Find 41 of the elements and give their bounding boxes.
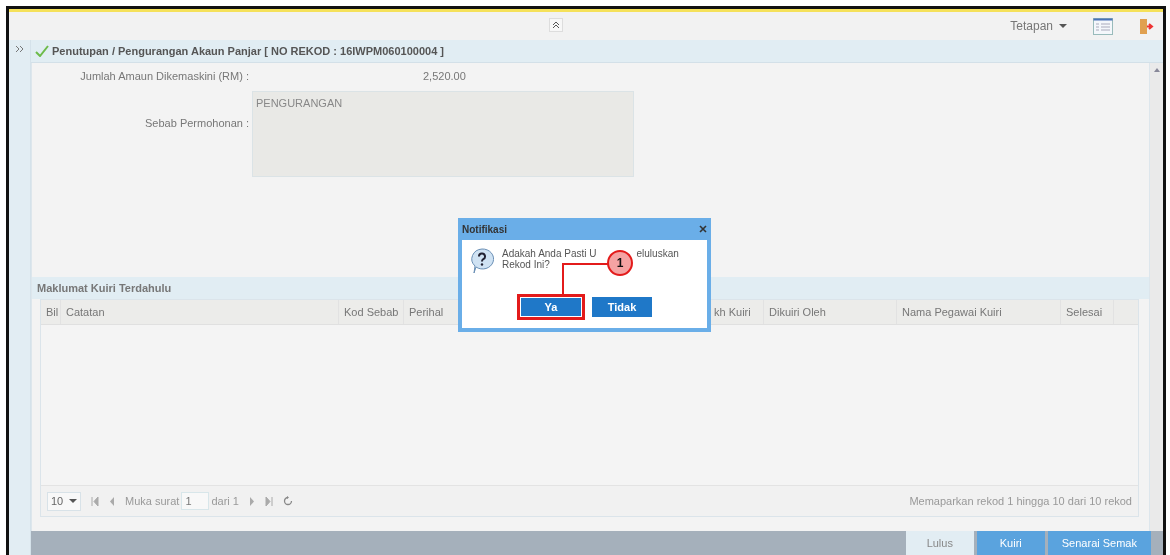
last-page-icon[interactable]: [264, 496, 273, 506]
refresh-icon[interactable]: [282, 496, 293, 506]
page-size-select[interactable]: 10: [47, 491, 81, 511]
dialog-message: Adakah Anda Pasti U: [502, 248, 597, 259]
page-title: Penutupan / Pengurangan Akaun Panjar [ NO REKOD : 16IWPM060100004 ]: [52, 45, 445, 57]
action-button[interactable]: Lulus: [905, 531, 974, 555]
column-header: Kod Sebab: [339, 300, 404, 324]
section-title: Maklumat Kuiri Terdahulu: [37, 282, 172, 294]
settings-dropdown[interactable]: Tetapan: [1010, 19, 1067, 33]
column-header: Bil: [41, 300, 61, 324]
scroll-up-icon[interactable]: [1153, 68, 1160, 72]
records-summary: Memaparkan rekod 1 hingga 10 dari 10 rekod: [909, 495, 1132, 507]
dialog-button[interactable]: Ya: [517, 294, 585, 320]
page-input[interactable]: 1: [181, 492, 210, 510]
column-header: Catatan: [61, 300, 339, 324]
question-icon: [470, 248, 494, 274]
dialog-message: Rekod Ini?: [502, 259, 550, 270]
page-count: dari 1: [211, 495, 239, 507]
action-button[interactable]: Senarai Semak: [1047, 531, 1151, 555]
field-label: Jumlah Amaun Dikemaskini (RM) :: [79, 70, 250, 82]
column-header: Nama Pegawai Kuiri: [897, 300, 1061, 324]
page-label: Muka surat: [125, 495, 180, 507]
dialog-title: Notifikasi: [462, 223, 507, 235]
amount-value: 2,520.00: [423, 70, 466, 82]
reason-field[interactable]: PENGURANGAN: [252, 91, 634, 177]
first-page-icon[interactable]: [91, 496, 99, 506]
column-header: Dikuiri Oleh: [764, 300, 897, 324]
collapse-icon[interactable]: [549, 18, 563, 32]
list-icon[interactable]: [1093, 17, 1113, 35]
previous-page-icon[interactable]: [109, 496, 115, 506]
check-icon: [35, 45, 49, 57]
next-page-icon[interactable]: [248, 496, 255, 506]
exit-door-icon[interactable]: [1139, 17, 1155, 35]
leader-line: [562, 263, 608, 296]
dialog-message: eluluskan: [636, 248, 679, 259]
expand-icon[interactable]: [14, 45, 25, 53]
field-label: Sebab Permohonan :: [144, 117, 250, 131]
dialog-button[interactable]: Tidak: [592, 297, 652, 317]
column-header: Selesai: [1061, 300, 1114, 324]
action-button[interactable]: Kuiri: [976, 531, 1045, 555]
close-icon[interactable]: [699, 225, 707, 233]
